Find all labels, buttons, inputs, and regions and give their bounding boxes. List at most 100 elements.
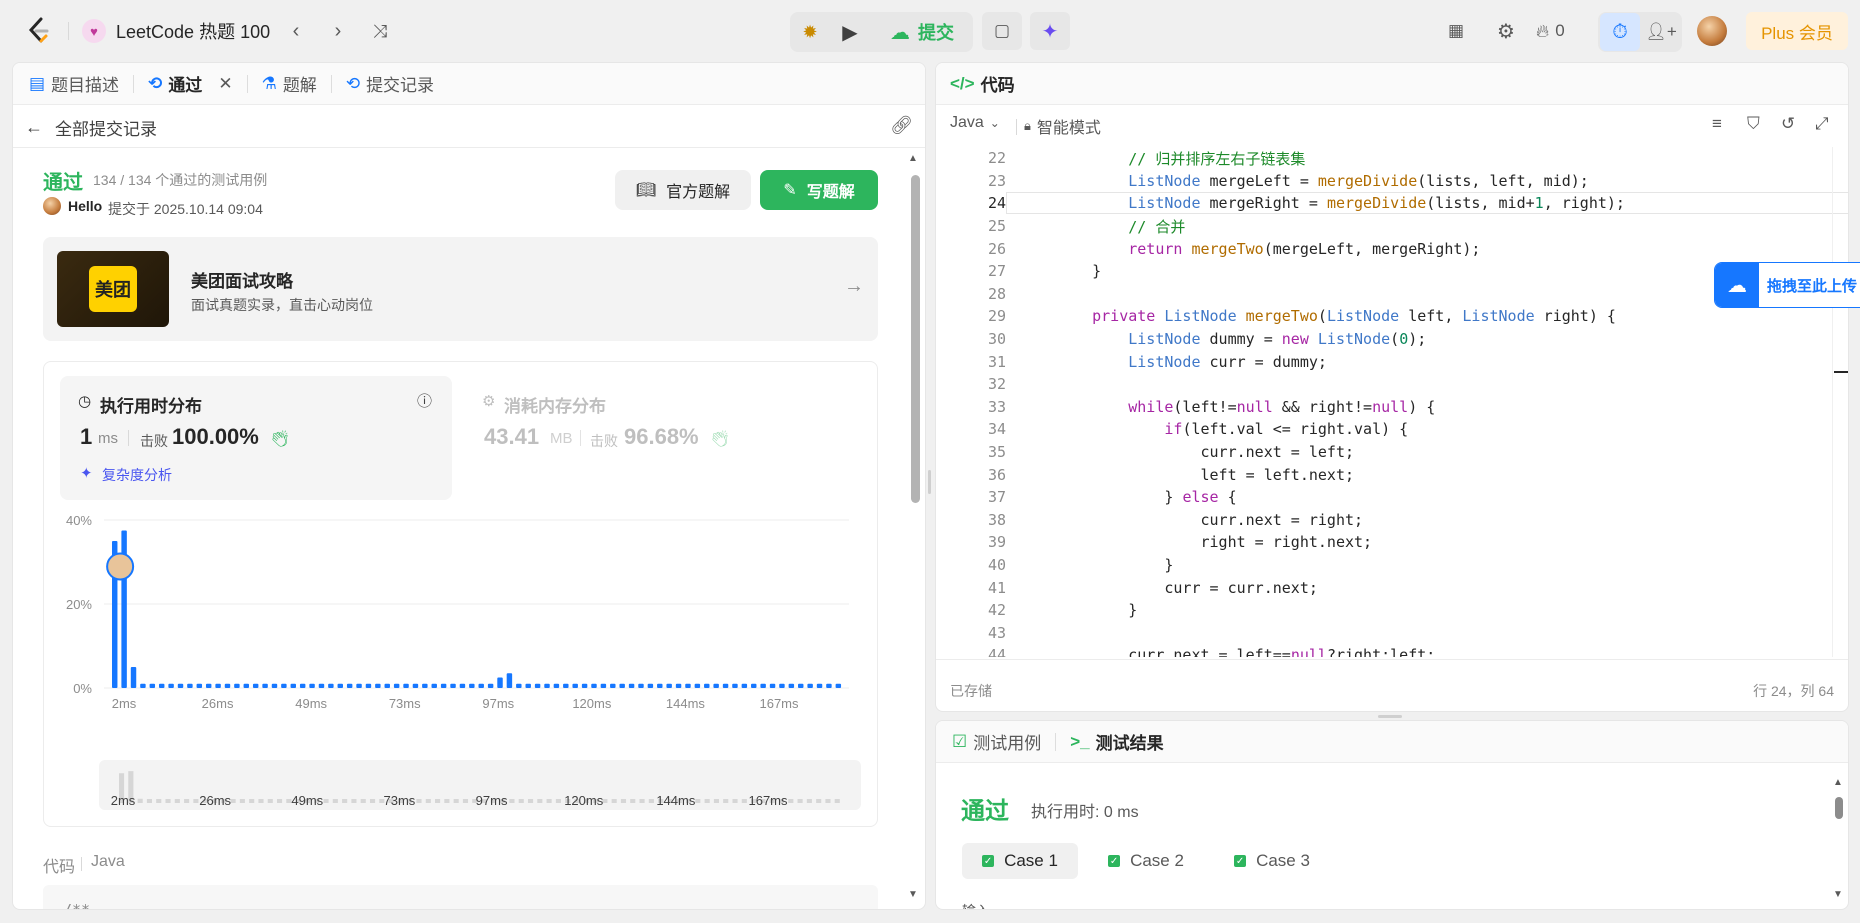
share-link-icon[interactable]: 🔗︎ [890, 115, 913, 136]
chart-bar[interactable] [469, 683, 475, 688]
chart-bar[interactable] [196, 683, 203, 688]
smart-mode-toggle[interactable]: 🔒︎ 智能模式 [1024, 114, 1101, 138]
chart-bar[interactable] [581, 683, 588, 688]
code-line[interactable]: 41 curr = curr.next; [936, 576, 1318, 599]
chart-bar[interactable] [525, 683, 531, 688]
submit-button[interactable]: ☁ 提交 [872, 13, 972, 51]
problem-list-button[interactable]: ♥ LeetCode 热题 100 [82, 12, 270, 50]
chart-bar[interactable] [140, 683, 146, 688]
chart-bar[interactable] [751, 683, 757, 688]
format-icon[interactable]: ≡ [1712, 114, 1722, 134]
chart-bar[interactable] [619, 683, 625, 688]
chart-bar[interactable] [732, 683, 738, 688]
chart-range-overview[interactable]: 2ms 26ms 49ms 73ms 97ms 120ms 144ms 167ms [44, 757, 879, 817]
chart-bar[interactable] [299, 683, 306, 688]
chart-bar[interactable] [130, 667, 137, 688]
chart-bar[interactable] [234, 683, 240, 688]
code-line[interactable]: 22 // 归并排序左右子链表集 [936, 147, 1305, 170]
submitter-name[interactable]: Hello [68, 198, 102, 214]
chart-bar[interactable] [187, 683, 193, 688]
case-1-tab[interactable]: ✓ Case 1 [962, 843, 1078, 879]
chart-bar[interactable] [252, 683, 259, 688]
code-line[interactable]: 38 curr.next = right; [936, 509, 1363, 532]
code-line[interactable]: 32 [936, 373, 1056, 396]
chart-bar[interactable] [694, 683, 701, 688]
reset-icon[interactable]: ↺ [1781, 114, 1795, 134]
code-line[interactable]: 23 ListNode mergeLeft = mergeDivide(list… [936, 170, 1589, 193]
tab-submissions[interactable]: ⟲ 提交记录 [332, 63, 448, 105]
chart-bar[interactable] [422, 683, 428, 688]
plus-membership-button[interactable]: Plus 会员 [1746, 12, 1848, 50]
chart-bar[interactable] [346, 683, 353, 688]
code-line[interactable]: 37 } else { [936, 486, 1237, 509]
chart-bar[interactable] [158, 683, 165, 688]
chart-bar[interactable] [215, 683, 221, 688]
chart-bar[interactable] [826, 683, 832, 688]
chart-bar[interactable] [572, 683, 578, 688]
chart-bar[interactable] [478, 683, 484, 688]
chart-bar[interactable] [309, 683, 315, 688]
chart-bar[interactable] [779, 683, 785, 688]
chart-bar[interactable] [337, 683, 343, 688]
chart-bar[interactable] [506, 673, 513, 688]
back-to-submissions[interactable]: ← 全部提交记录 [25, 114, 157, 140]
chart-bar[interactable] [638, 683, 644, 688]
chart-bar[interactable] [675, 683, 682, 688]
code-area[interactable]: 22 // 归并排序左右子链表集 23 ListNode mergeLeft = … [936, 147, 1848, 657]
scroll-up-arrow[interactable]: ▲ [1833, 777, 1843, 788]
chart-bar[interactable] [243, 683, 250, 688]
drag-upload-widget[interactable]: ☁ 拖拽至此上传 [1714, 262, 1860, 308]
chart-bar[interactable] [798, 683, 804, 688]
code-line[interactable]: 29 private ListNode mergeTwo(ListNode le… [936, 305, 1616, 328]
debug-button[interactable]: ✹ [790, 13, 830, 51]
chart-bar[interactable] [262, 683, 268, 688]
chart-bar[interactable] [516, 683, 522, 688]
chart-bar[interactable] [591, 683, 597, 688]
chart-bar[interactable] [563, 683, 569, 688]
chart-bar[interactable] [365, 683, 372, 688]
code-line[interactable]: 43 [936, 622, 1056, 645]
tab-code[interactable]: </> 代码 [936, 63, 1029, 105]
ai-assistant-button[interactable]: ✦ [1030, 12, 1070, 50]
chart-bar[interactable] [440, 683, 447, 688]
chart-bar[interactable] [177, 683, 184, 688]
chart-bar[interactable] [760, 683, 766, 688]
chart-bar[interactable] [205, 683, 212, 688]
timer-button[interactable]: ⏱ [1600, 13, 1640, 51]
chart-bar[interactable] [412, 683, 419, 688]
fullscreen-icon[interactable]: ⤢ [1815, 114, 1829, 134]
code-line[interactable]: 42 } [936, 599, 1137, 622]
code-line[interactable]: 28 [936, 283, 1056, 306]
code-line[interactable]: 36 left = left.next; [936, 463, 1354, 486]
avatar[interactable] [1697, 16, 1727, 46]
close-icon[interactable]: ✕ [218, 74, 232, 94]
code-line[interactable]: 33 while(left!=null && right!=null) { [936, 396, 1435, 419]
chart-bar[interactable] [610, 683, 616, 688]
code-line[interactable]: 39 right = right.next; [936, 531, 1372, 554]
layout-button[interactable]: ▦ [1436, 12, 1476, 50]
code-line[interactable]: 24 ListNode mergeRight = mergeDivide(lis… [936, 192, 1625, 215]
scroll-up-arrow[interactable]: ▲ [908, 153, 918, 164]
random-problem-button[interactable]: ⤨ [360, 12, 400, 50]
chart-bar[interactable] [628, 683, 635, 688]
info-icon[interactable]: ⓘ [417, 390, 432, 411]
language-select[interactable]: Java ⌄ [950, 114, 1000, 132]
complexity-analysis-link[interactable]: 复杂度分析 [102, 465, 172, 485]
code-line[interactable]: 40 } [936, 554, 1173, 577]
case-2-tab[interactable]: ✓ Case 2 [1088, 843, 1204, 879]
chart-bar[interactable] [393, 683, 400, 688]
chart-bar[interactable] [290, 683, 297, 688]
chart-bar[interactable] [741, 683, 748, 688]
chart-bar[interactable] [318, 683, 325, 688]
chart-bar[interactable] [788, 683, 795, 688]
chart-bar[interactable] [149, 683, 156, 688]
tab-test-result[interactable]: >_ 测试结果 [1056, 721, 1177, 763]
chart-bar[interactable] [807, 683, 813, 688]
chart-bar[interactable] [685, 683, 691, 688]
chart-bar[interactable] [271, 683, 278, 688]
code-line[interactable]: 34 if(left.val <= right.val) { [936, 418, 1408, 441]
chart-bar[interactable] [647, 683, 654, 688]
chart-bar[interactable] [769, 683, 776, 688]
chart-bar[interactable] [704, 683, 710, 688]
scrollbar-thumb[interactable] [1835, 797, 1843, 819]
